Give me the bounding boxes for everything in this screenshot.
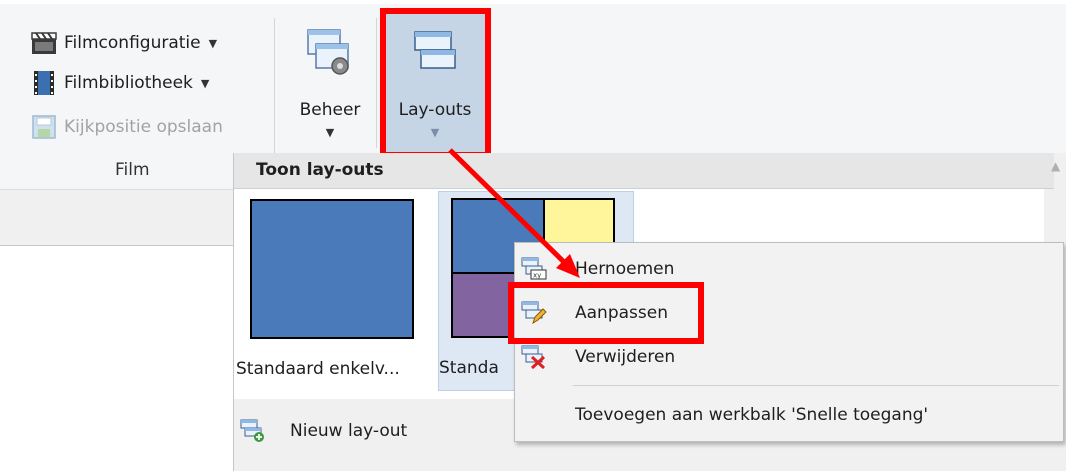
arrow-shaft — [448, 148, 570, 268]
annotation-arrow — [448, 148, 580, 278]
